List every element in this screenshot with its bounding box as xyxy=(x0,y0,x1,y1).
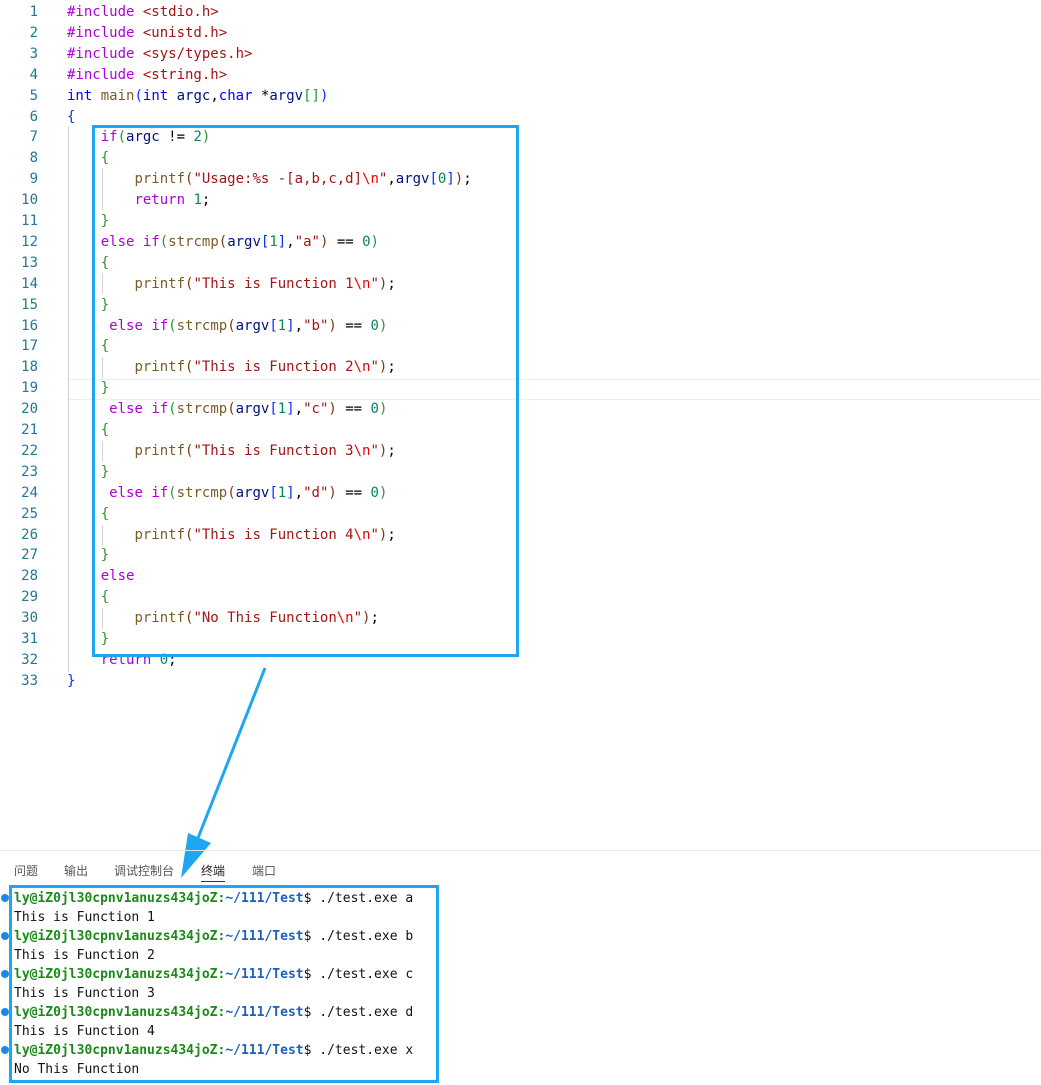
bottom-panel: 问题 输出 调试控制台 终端 端口 ly@iZ0jl30cpnv1anuzs43… xyxy=(0,850,1041,1085)
tab-terminal[interactable]: 终端 xyxy=(201,862,226,882)
arrow-shaft xyxy=(196,667,267,839)
tab-output[interactable]: 输出 xyxy=(64,862,88,879)
command-status-dot[interactable] xyxy=(1,894,9,902)
panel-tabs: 问题 输出 调试控制台 终端 端口 xyxy=(0,851,1041,885)
command-status-dot[interactable] xyxy=(1,932,9,940)
tab-problems[interactable]: 问题 xyxy=(14,862,38,879)
command-status-dot[interactable] xyxy=(1,1008,9,1016)
command-status-dot[interactable] xyxy=(1,970,9,978)
tab-ports[interactable]: 端口 xyxy=(252,862,276,879)
command-status-dot[interactable] xyxy=(1,1046,9,1054)
tab-debug-console[interactable]: 调试控制台 xyxy=(114,862,174,879)
terminal-highlight-box xyxy=(9,885,439,1083)
